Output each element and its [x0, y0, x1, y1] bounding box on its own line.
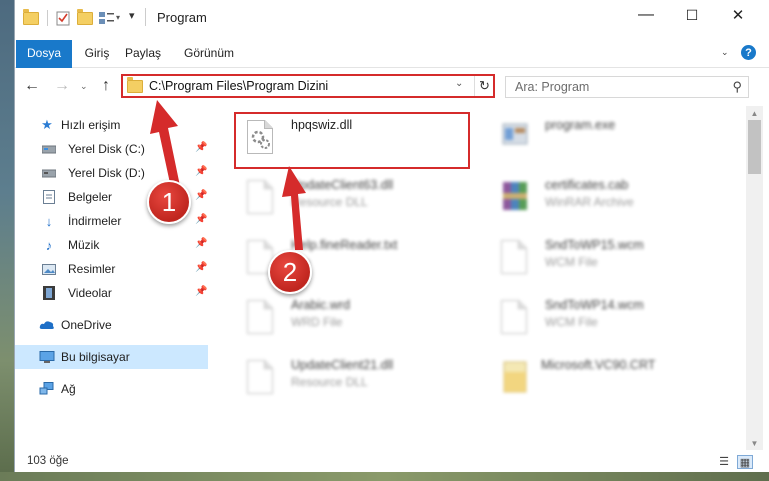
step-marker-2: 2 [268, 250, 312, 294]
arrow-2 [282, 166, 306, 250]
arrow-1 [150, 100, 180, 188]
annotation-arrows [150, 100, 306, 250]
step-marker-1: 1 [147, 180, 191, 224]
